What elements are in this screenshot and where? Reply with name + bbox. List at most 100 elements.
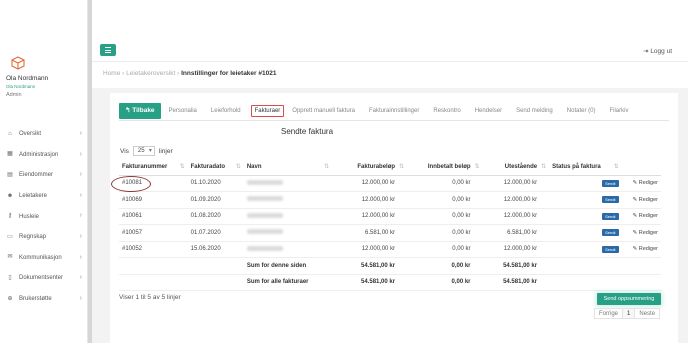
invoice-date: 01.08.2020	[187, 208, 244, 225]
table-row[interactable]: #10052 15.06.2020 12.000,00 kr 0,00 kr 1…	[119, 241, 661, 258]
breadcrumb-current: Innstillinger for leietaker #1021	[181, 70, 277, 77]
breadcrumb-separator: ›	[177, 70, 180, 77]
edit-label: Rediger	[638, 213, 658, 220]
sidebar-item-administrasjon[interactable]: ▦ Administrasjon ›	[0, 145, 88, 166]
redacted-name-bar	[246, 245, 283, 251]
invoice-amount: 12.000,00 kr	[332, 241, 408, 258]
sidebar-item-leietakere[interactable]: ☻ Leietakere ›	[0, 186, 88, 207]
column-header-fakturadato[interactable]: Fakturadato ⇅	[187, 160, 244, 176]
sum-all-row: Sum for alle fakturaer 54.581,00 kr 0,00…	[119, 274, 661, 291]
back-label: Tilbake	[132, 107, 155, 114]
sidebar-item-label: Husleie	[19, 213, 40, 220]
pagination-page[interactable]: 1	[622, 308, 636, 319]
hamburger-icon	[105, 52, 111, 53]
tab-filarkiv[interactable]: Filarkiv	[609, 108, 628, 114]
tab-send-melding[interactable]: Send melding	[516, 108, 553, 114]
column-header-label: Fakturabeløp	[357, 164, 396, 171]
sidebar-item-brukerstotte[interactable]: ⊕ Brukerstøtte ›	[0, 289, 88, 310]
chevron-right-icon: ›	[79, 191, 82, 199]
column-header-fakturanummer[interactable]: Fakturanummer ⇅	[119, 160, 188, 176]
edit-button[interactable]: ✎ Rediger	[633, 213, 658, 219]
sidebar-item-dokumentsenter[interactable]: ▯ Dokumentsenter ›	[0, 268, 88, 289]
page-length-control: Vis 25 linjer	[120, 146, 173, 156]
tab-divider	[119, 120, 669, 121]
page-length-select[interactable]: 25	[132, 146, 155, 156]
sidebar-item-eiendommer[interactable]: ▤ Eiendommer ›	[0, 165, 88, 186]
sum-all-label: Sum for alle fakturaer	[243, 274, 333, 291]
logout-link[interactable]: ⇥ Logg ut	[643, 47, 672, 55]
document-icon: ▯	[8, 274, 12, 281]
tab-reskontro[interactable]: Reskontro	[433, 108, 460, 114]
tab-fakturaer[interactable]: Fakturaer	[250, 105, 285, 117]
table-row[interactable]: #10057 01.07.2020 6.581,00 kr 0,00 kr 6.…	[119, 224, 661, 242]
invoice-number[interactable]: #10057	[119, 224, 188, 242]
empty-cell	[621, 274, 661, 291]
column-header-fakturabelop[interactable]: Fakturabeløp ⇅	[332, 160, 408, 176]
invoice-number[interactable]: #10052	[119, 241, 188, 258]
logout-label: Logg ut	[650, 48, 672, 55]
sort-icon: ⇅	[324, 164, 330, 170]
tab-opprett-manuell-faktura[interactable]: Opprett manuell faktura	[292, 108, 355, 114]
tab-leieforhold[interactable]: Leieforhold	[211, 108, 241, 114]
edit-cell: ✎ Rediger	[621, 191, 661, 209]
pagination-next[interactable]: Neste	[634, 308, 661, 319]
invoice-amount: 6.581,00 kr	[332, 224, 408, 242]
tab-notater[interactable]: Notater (0)	[567, 108, 596, 114]
sidebar-item-husleie[interactable]: ⚷ Husleie ›	[0, 206, 88, 227]
user-role: Admin	[6, 92, 22, 98]
sort-icon: ⇅	[613, 164, 619, 170]
tab-bar: ↰ Tilbake Personalia Leieforhold Faktura…	[119, 103, 628, 119]
top-bar	[92, 0, 688, 62]
tab-hendelser[interactable]: Hendelser	[475, 108, 502, 114]
menu-toggle-button[interactable]	[100, 44, 116, 56]
sidebar-item-regnskap[interactable]: ▭ Regnskap ›	[0, 227, 88, 248]
column-header-label: Status på faktura	[552, 164, 601, 171]
edit-cell: ✎ Rediger	[621, 175, 661, 192]
column-header-navn[interactable]: Navn ⇅	[243, 160, 333, 176]
back-button[interactable]: ↰ Tilbake	[119, 103, 161, 119]
table-row[interactable]: #10061 01.08.2020 12.000,00 kr 0,00 kr 1…	[119, 208, 661, 225]
column-header-status[interactable]: Status på faktura ⇅	[549, 160, 622, 176]
invoice-number[interactable]: #10069	[119, 191, 188, 209]
column-header-label: Navn	[246, 164, 262, 171]
table-info: Viser 1 til 5 av 5 linjer	[119, 294, 181, 301]
sidebar-item-kommunikasjon[interactable]: ✉ Kommunikasjon ›	[0, 248, 88, 269]
breadcrumb-home[interactable]: Home	[103, 70, 120, 77]
paid-amount: 0,00 kr	[407, 208, 483, 225]
edit-button[interactable]: ✎ Rediger	[633, 180, 658, 186]
edit-button[interactable]: ✎ Rediger	[633, 230, 658, 236]
empty-cell	[621, 257, 661, 275]
tenant-name-redacted	[243, 241, 333, 258]
edit-button[interactable]: ✎ Rediger	[633, 197, 658, 203]
status-cell: Sendt	[549, 224, 622, 242]
key-icon: ⚷	[7, 213, 13, 220]
sum-page-paid: 0,00 kr	[407, 257, 483, 275]
status-cell: Sendt	[549, 208, 622, 225]
sort-icon: ⇅	[179, 164, 185, 170]
column-header-utestaende[interactable]: Utestående ⇅	[482, 160, 550, 176]
table-row[interactable]: #10081 01.10.2020 12.000,00 kr 0,00 kr 1…	[119, 175, 661, 192]
breadcrumb-separator: ›	[122, 70, 125, 77]
sort-icon: ⇅	[235, 164, 241, 170]
user-subtitle[interactable]: Ola Nordmann	[6, 84, 35, 89]
sum-all-paid: 0,00 kr	[407, 274, 483, 291]
section-title: Sendte faktura	[281, 127, 334, 136]
sidebar-item-oversikt[interactable]: ⌂ Oversikt ›	[0, 124, 88, 145]
paid-amount: 0,00 kr	[407, 224, 483, 242]
breadcrumb-tenant-overview[interactable]: Leietakeroversikt	[126, 70, 175, 77]
status-badge: Sendt	[602, 212, 619, 220]
status-badge: Sendt	[602, 196, 619, 204]
tab-fakturainnstillinger[interactable]: Fakturainnstillinger	[369, 108, 419, 114]
tab-personalia[interactable]: Personalia	[169, 108, 197, 114]
send-summary-button[interactable]: Send oppsummering	[597, 293, 661, 305]
invoice-number[interactable]: #10061	[119, 208, 188, 225]
redacted-name-bar	[246, 212, 283, 218]
column-header-innbetalt[interactable]: Innbetalt beløp ⇅	[407, 160, 483, 176]
edit-label: Rediger	[638, 180, 658, 187]
pagination-previous[interactable]: Forrige	[594, 308, 624, 319]
empty-cell	[549, 274, 622, 291]
edit-button[interactable]: ✎ Rediger	[633, 246, 658, 252]
table-row[interactable]: #10069 01.09.2020 12.000,00 kr 0,00 kr 1…	[119, 191, 661, 209]
pagination: Forrige 1 Neste	[594, 308, 661, 319]
invoice-date: 01.10.2020	[187, 175, 244, 192]
